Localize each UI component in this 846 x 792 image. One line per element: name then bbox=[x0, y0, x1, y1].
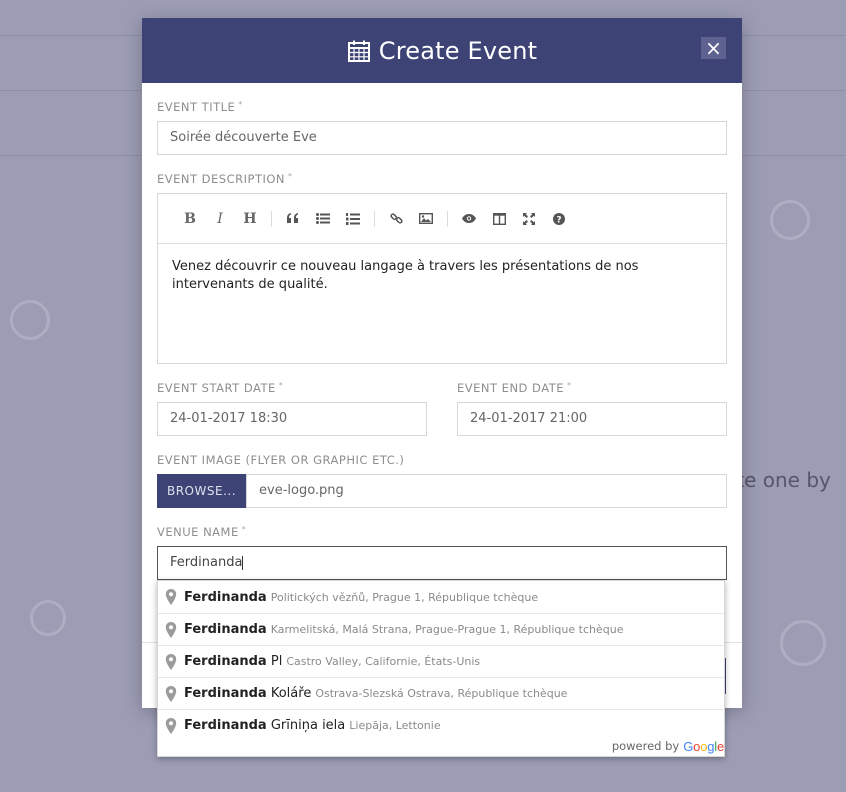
event-title-label: EVENT TITLE * bbox=[157, 100, 243, 114]
map-marker-icon bbox=[165, 653, 177, 670]
editor-toolbar: B I H ? bbox=[158, 194, 726, 244]
venue-autocomplete-dropdown: Ferdinanda Politických vězňů, Prague 1, … bbox=[157, 580, 725, 757]
modal-header: Create Event × bbox=[142, 18, 742, 83]
heading-button[interactable]: H bbox=[235, 204, 265, 234]
venue-name-value: Ferdinanda bbox=[170, 555, 243, 570]
background-decoration bbox=[30, 600, 66, 636]
question-icon: ? bbox=[553, 212, 565, 225]
fullscreen-button[interactable] bbox=[514, 204, 544, 234]
list-ol-icon bbox=[346, 212, 360, 225]
autocomplete-item[interactable]: Ferdinanda Grīniņa iela Liepāja, Lettoni… bbox=[158, 709, 724, 741]
event-title-input[interactable]: Soirée découverte Eve bbox=[157, 121, 727, 155]
google-logo-letter: e bbox=[716, 738, 724, 754]
eye-icon bbox=[462, 214, 476, 223]
svg-text:?: ? bbox=[556, 215, 561, 225]
browse-button[interactable]: BROWSE... bbox=[157, 474, 246, 508]
event-start-date-input[interactable]: 24-01-2017 18:30 bbox=[157, 402, 427, 436]
image-button[interactable] bbox=[411, 204, 441, 234]
google-logo-letter: G bbox=[683, 738, 694, 754]
powered-by-google: powered by Google bbox=[612, 738, 724, 754]
map-marker-icon bbox=[165, 685, 177, 702]
side-by-side-button[interactable] bbox=[484, 204, 514, 234]
event-start-date-label: EVENT START DATE * bbox=[157, 381, 284, 395]
event-end-date-input[interactable]: 24-01-2017 21:00 bbox=[457, 402, 727, 436]
autocomplete-item[interactable]: Ferdinanda Politických vězňů, Prague 1, … bbox=[158, 581, 724, 613]
background-decoration bbox=[10, 300, 50, 340]
quote-button[interactable] bbox=[278, 204, 308, 234]
heading-icon: H bbox=[243, 210, 257, 227]
bold-icon: B bbox=[184, 210, 196, 227]
link-icon bbox=[389, 213, 403, 224]
toolbar-separator bbox=[374, 210, 375, 227]
bold-button[interactable]: B bbox=[175, 204, 205, 234]
image-icon bbox=[419, 213, 433, 224]
columns-icon bbox=[492, 212, 506, 225]
link-button[interactable] bbox=[381, 204, 411, 234]
description-editor: B I H ? Venez découvrir ce nouveau langa… bbox=[157, 193, 727, 364]
autocomplete-item[interactable]: Ferdinanda Koláře Ostrava-Slezská Ostrav… bbox=[158, 677, 724, 709]
preview-button[interactable] bbox=[454, 204, 484, 234]
venue-name-label: VENUE NAME * bbox=[157, 525, 247, 539]
event-image-label: EVENT IMAGE (FLYER OR GRAPHIC ETC.) bbox=[157, 453, 405, 467]
event-end-date-label: EVENT END DATE * bbox=[457, 381, 572, 395]
google-logo: Google bbox=[683, 739, 724, 754]
calendar-icon bbox=[347, 40, 370, 62]
quote-icon bbox=[286, 213, 298, 223]
italic-button[interactable]: I bbox=[205, 204, 235, 234]
description-text[interactable]: Venez découvrir ce nouveau langage à tra… bbox=[158, 244, 726, 308]
powered-by-text: powered by bbox=[611, 739, 680, 753]
autocomplete-item[interactable]: Ferdinanda Karmelitská, Malá Strana, Pra… bbox=[158, 613, 724, 645]
background-decoration bbox=[780, 620, 826, 666]
toolbar-separator bbox=[447, 210, 448, 227]
map-marker-icon bbox=[165, 717, 177, 734]
map-marker-icon bbox=[165, 589, 177, 605]
ordered-list-button[interactable] bbox=[338, 204, 368, 234]
map-marker-icon bbox=[165, 621, 177, 638]
background-decoration bbox=[770, 200, 810, 240]
event-image-filename[interactable]: eve-logo.png bbox=[246, 474, 727, 508]
autocomplete-item[interactable]: Ferdinanda Pl Castro Valley, Californie,… bbox=[158, 645, 724, 677]
close-button[interactable]: × bbox=[701, 37, 726, 59]
venue-name-input[interactable]: Ferdinanda bbox=[157, 546, 727, 580]
text-cursor bbox=[242, 555, 244, 570]
unordered-list-button[interactable] bbox=[308, 204, 338, 234]
list-ul-icon bbox=[316, 213, 330, 224]
fullscreen-icon bbox=[523, 212, 535, 225]
event-description-label: EVENT DESCRIPTION * bbox=[157, 172, 293, 186]
italic-icon: I bbox=[217, 210, 223, 227]
help-button[interactable]: ? bbox=[544, 204, 574, 234]
modal-title: Create Event bbox=[378, 36, 538, 65]
close-icon[interactable]: × bbox=[705, 36, 722, 60]
toolbar-separator bbox=[271, 210, 272, 227]
